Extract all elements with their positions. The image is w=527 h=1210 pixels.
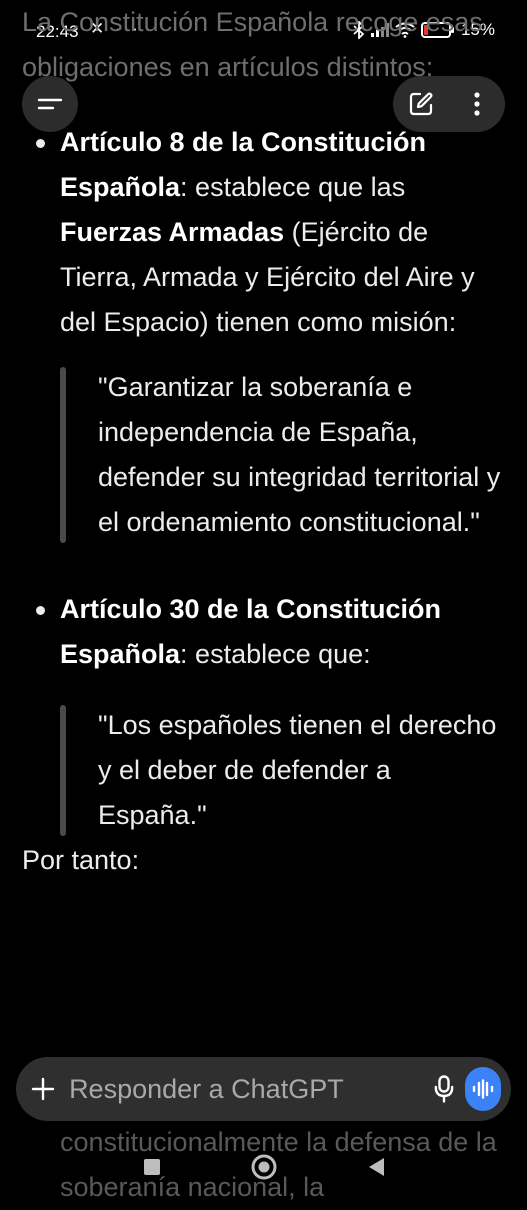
conclusion-text: Por tanto: — [22, 845, 140, 875]
microphone-icon — [434, 1075, 454, 1103]
plus-icon — [31, 1077, 54, 1101]
edit-icon — [409, 92, 433, 116]
message-composer — [16, 1057, 511, 1121]
article-text: : establece que las — [180, 172, 406, 202]
quote-text: "Los españoles tienen el derecho y el de… — [98, 710, 497, 830]
bullet-icon — [36, 139, 45, 148]
blockquote: "Los españoles tienen el derecho y el de… — [60, 703, 505, 838]
article-term: Fuerzas Armadas — [60, 217, 285, 247]
triangle-back-icon — [368, 1157, 384, 1176]
home-button[interactable] — [250, 1153, 278, 1186]
attach-button[interactable] — [16, 1077, 69, 1101]
assistant-message: La Constitución Española recoge esas obl… — [22, 0, 505, 883]
header-actions — [393, 76, 505, 132]
square-icon — [143, 1158, 160, 1175]
new-chat-button[interactable] — [397, 80, 445, 128]
blockquote: "Garantizar la soberanía e independencia… — [60, 365, 505, 545]
menu-button[interactable] — [22, 76, 78, 132]
menu-icon — [37, 98, 63, 110]
back-button[interactable] — [366, 1156, 386, 1183]
more-options-button[interactable] — [453, 80, 501, 128]
waveform-icon — [472, 1079, 493, 1099]
recents-button[interactable] — [142, 1157, 162, 1182]
voice-mode-button[interactable] — [464, 1067, 501, 1111]
more-vertical-icon — [474, 92, 480, 116]
list-item: Artículo 8 de la Constitución Española: … — [22, 120, 505, 345]
system-navigation-bar — [0, 1145, 527, 1193]
article-text: : establece que: — [180, 639, 371, 669]
circle-icon — [251, 1154, 276, 1179]
quote-bar — [60, 367, 66, 543]
bullet-icon — [36, 606, 45, 615]
message-input[interactable] — [69, 1073, 424, 1105]
quote-text: "Garantizar la soberanía e independencia… — [98, 372, 501, 537]
list-item: Artículo 30 de la Constitución Española:… — [22, 587, 505, 677]
dictate-button[interactable] — [423, 1075, 464, 1103]
quote-bar — [60, 705, 66, 836]
